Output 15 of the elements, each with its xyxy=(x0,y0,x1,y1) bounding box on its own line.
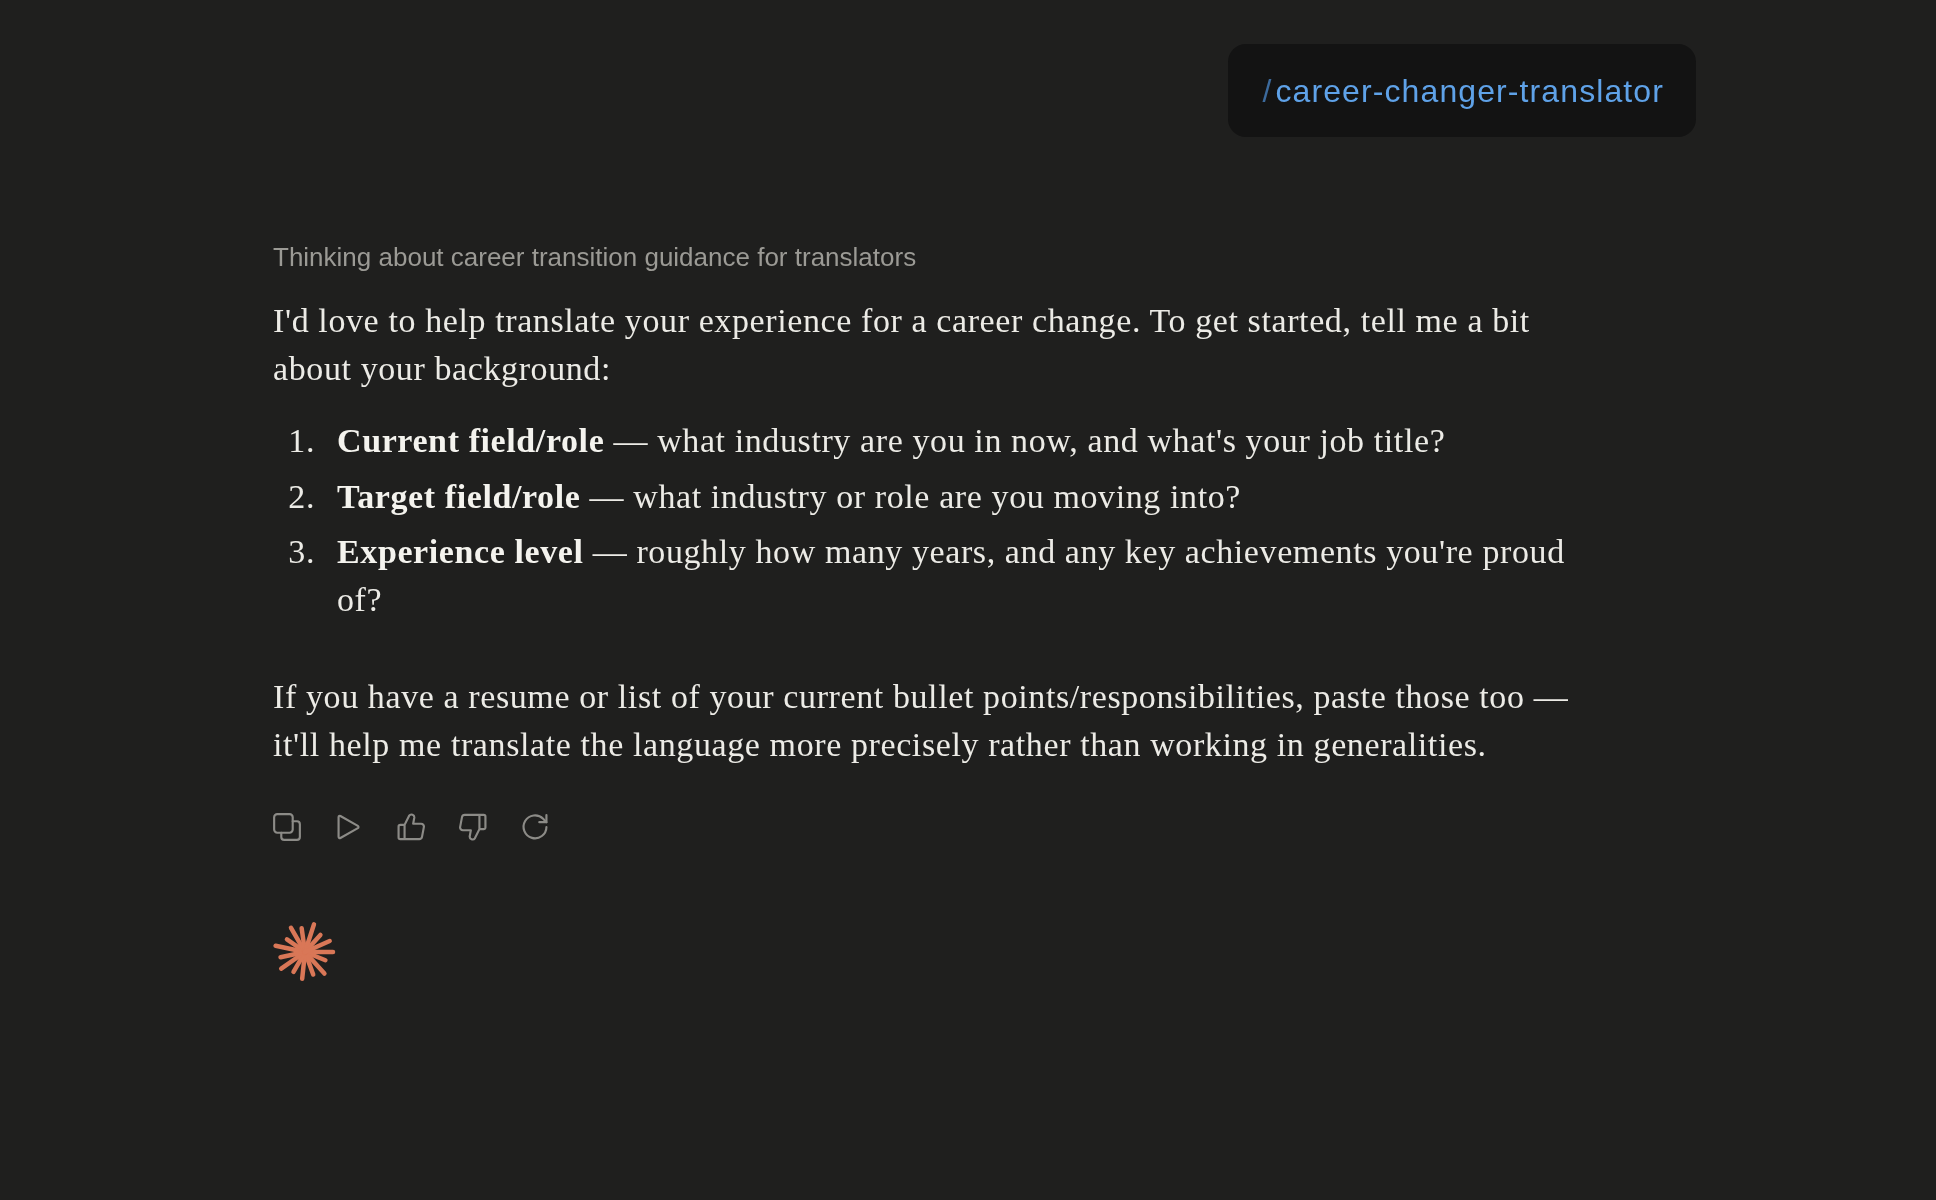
thumbs-up-icon xyxy=(397,813,425,841)
sparkle-icon xyxy=(273,920,337,984)
list-number: 2. xyxy=(288,476,316,517)
response-paragraph: I'd love to help translate your experience for a career change. To get started, tell me a bit about your background: xyxy=(273,301,1531,389)
thinking-summary[interactable]: Thinking about career transition guidance for translators xyxy=(273,239,917,275)
thumbs-down-icon xyxy=(459,813,487,841)
list-item-text: Experience level — roughly how many years, and any key achievements you're proud of? xyxy=(337,532,1566,620)
response-paragraph: If you have a resume or list of your current bullet points/responsibilities, paste those too — it'll help me translate the language more precisely rather than working in generalities. xyxy=(273,677,1570,765)
circular-arrow-icon xyxy=(521,813,549,841)
list-item-text: Current field/role — what industry are you in now, and what's your job title? xyxy=(337,421,1447,461)
list-number: 3. xyxy=(288,532,316,572)
copy-icon xyxy=(273,813,301,841)
command-text: /career-changer-translator xyxy=(1262,71,1664,111)
list-number: 1. xyxy=(288,421,316,461)
list-item-text: Target field/role — what industry or role are you moving into? xyxy=(337,476,1243,517)
